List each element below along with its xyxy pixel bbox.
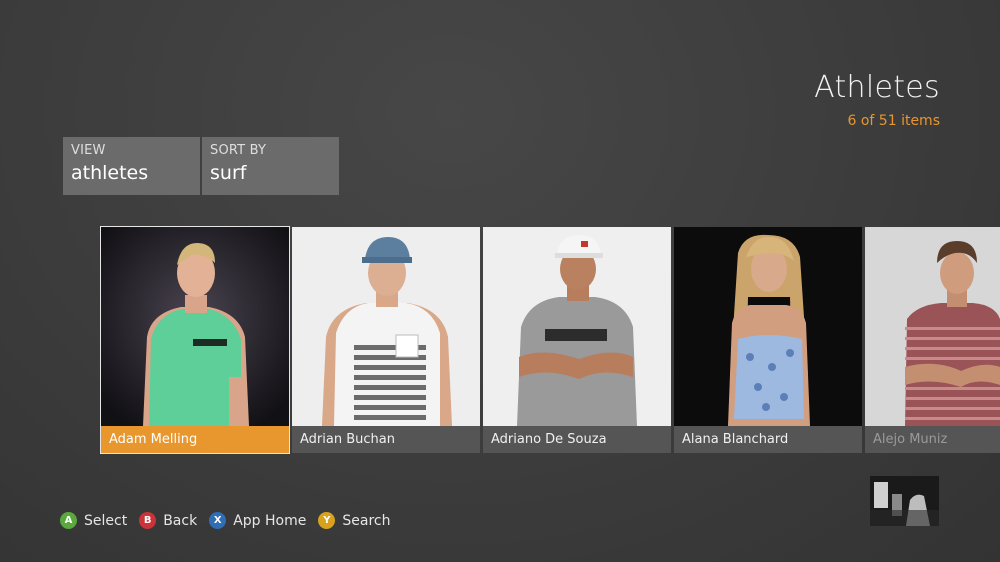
a-button-icon: A <box>60 512 77 529</box>
x-button-icon: X <box>209 512 227 529</box>
hint-app-home[interactable]: X App Home <box>209 512 306 529</box>
athlete-photo <box>101 227 289 426</box>
sort-filter-label: SORT BY <box>210 143 267 158</box>
hint-label: Back <box>163 512 198 529</box>
hint-back[interactable]: B Back <box>139 512 197 529</box>
hint-label: Select <box>84 512 128 529</box>
video-preview-image <box>870 476 939 526</box>
video-preview-thumbnail[interactable] <box>870 476 939 526</box>
athlete-photo <box>483 227 671 426</box>
y-button-icon: Y <box>318 512 336 529</box>
athlete-tile-adriano-de-souza[interactable]: Adriano De Souza <box>483 227 671 453</box>
athlete-name: Alejo Muniz <box>865 426 1000 453</box>
athlete-name: Adrian Buchan <box>292 426 480 453</box>
hint-search[interactable]: Y Search <box>318 512 390 529</box>
athlete-tile-adrian-buchan[interactable]: Adrian Buchan <box>292 227 480 453</box>
hint-label: Search <box>342 512 391 529</box>
view-filter-button[interactable]: VIEW athletes <box>63 137 200 195</box>
athlete-name: Alana Blanchard <box>674 426 862 453</box>
page-title: Athletes <box>814 70 940 105</box>
athlete-photo <box>674 227 862 426</box>
sort-filter-value: surf <box>210 162 247 184</box>
hint-select[interactable]: A Select <box>60 512 127 529</box>
athlete-photo <box>865 227 1000 426</box>
hint-label: App Home <box>233 512 307 529</box>
item-count: 6 of 51 items <box>847 113 941 129</box>
view-filter-value: athletes <box>71 162 149 184</box>
sort-filter-button[interactable]: SORT BY surf <box>202 137 339 195</box>
athlete-photo <box>292 227 480 426</box>
view-filter-label: VIEW <box>71 143 106 158</box>
b-button-icon: B <box>139 512 157 529</box>
athlete-name: Adam Melling <box>101 426 289 453</box>
athlete-name: Adriano De Souza <box>483 426 671 453</box>
athlete-tile-alejo-muniz[interactable]: Alejo Muniz <box>865 227 1000 453</box>
controller-hints: A Select B Back X App Home Y Search <box>60 512 402 529</box>
athlete-tile-adam-melling[interactable]: Adam Melling <box>100 226 290 454</box>
athlete-tile-alana-blanchard[interactable]: Alana Blanchard <box>674 227 862 453</box>
